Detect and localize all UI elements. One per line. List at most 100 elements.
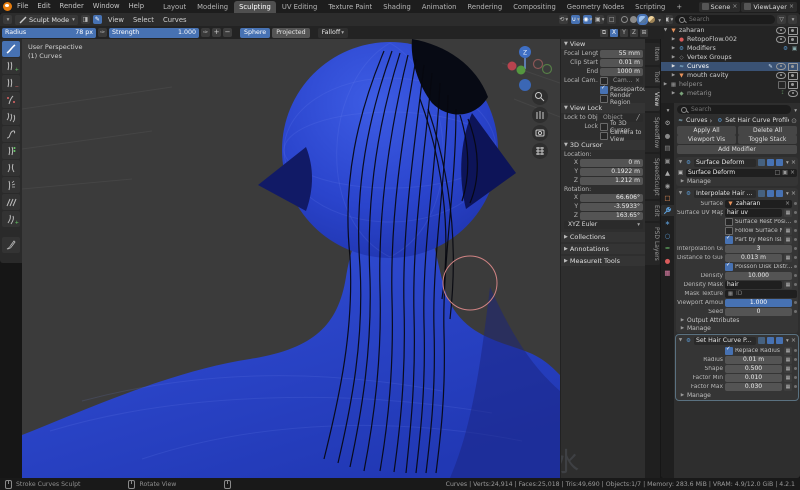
workspace-tab-modeling[interactable]: Modeling: [192, 1, 233, 13]
attribute-toggle-icon[interactable]: ▦: [784, 383, 792, 391]
pin-icon[interactable]: ⊙: [791, 117, 797, 125]
attribute-toggle-icon[interactable]: ▦: [784, 236, 792, 244]
viewport-toggle[interactable]: [767, 159, 774, 166]
close-icon[interactable]: ×: [791, 190, 796, 197]
manage-section[interactable]: ▶Manage: [676, 324, 798, 332]
tab-world[interactable]: ◉: [661, 180, 674, 191]
modifier-name[interactable]: Interpolate Hair ...: [694, 190, 756, 198]
menu-curves[interactable]: Curves: [160, 16, 190, 24]
cursor-loc-z[interactable]: 1.212 m: [580, 177, 643, 185]
camera-icon[interactable]: [788, 36, 798, 44]
overlays-icon[interactable]: ▣: [595, 15, 604, 24]
tool-snake-hook[interactable]: [2, 126, 20, 142]
viewport-amount-slider[interactable]: 1.000: [725, 299, 792, 307]
radius-pressure-icon[interactable]: ✑: [98, 28, 107, 37]
close-icon[interactable]: ×: [791, 159, 796, 166]
modifier-name[interactable]: Set Hair Curve P...: [694, 337, 756, 345]
node-group-name-field[interactable]: Surface Deform□▣×: [686, 169, 797, 177]
workspace-tab-shading[interactable]: Shading: [378, 1, 416, 13]
expand-icon[interactable]: ▶: [671, 73, 676, 78]
tab-output[interactable]: ▤: [661, 143, 674, 154]
tab-object-data[interactable]: ≈: [661, 243, 674, 254]
collapse-icon[interactable]: ▼: [678, 160, 683, 165]
add-modifier-button[interactable]: Add Modifier: [677, 145, 797, 154]
measureit-section-header[interactable]: ▶MeasureIt Tools: [561, 256, 646, 266]
mode-dropdown[interactable]: Sculpt Mode: [15, 15, 78, 25]
mask-texture-field[interactable]: ▦ID: [725, 290, 797, 298]
expand-icon[interactable]: ▶: [671, 46, 676, 51]
tab-physics[interactable]: ○: [661, 230, 674, 241]
radius-field[interactable]: 0.01 m: [725, 356, 782, 364]
workspace-tab-sculpting[interactable]: Sculpting: [234, 1, 276, 13]
annotations-section-header[interactable]: ▶Annotations: [561, 244, 646, 254]
outliner-row-zaharan[interactable]: ▼▼zaharan: [661, 26, 800, 35]
strength-pressure-icon[interactable]: ✑: [201, 28, 210, 37]
apply-all-button[interactable]: Apply All: [677, 126, 736, 135]
outliner-row-mouth-cavity[interactable]: ▶▼mouth cavity: [661, 71, 800, 80]
shading-dropdown-icon[interactable]: [657, 16, 661, 24]
tab-tool[interactable]: Tool: [645, 67, 660, 87]
cursor-loc-x[interactable]: 0 m: [580, 159, 643, 167]
unlink-icon[interactable]: ×: [790, 169, 795, 177]
extras-dropdown-icon[interactable]: [785, 190, 789, 197]
mirror-z-button[interactable]: Z: [630, 29, 638, 37]
uv-map-field[interactable]: hair uv: [725, 209, 782, 217]
render-toggle[interactable]: [776, 159, 783, 166]
attribute-toggle-icon[interactable]: ▦: [784, 347, 792, 355]
tool-density[interactable]: [2, 92, 20, 108]
tool-delete[interactable]: −: [2, 75, 20, 91]
tab-object[interactable]: □: [661, 193, 674, 204]
editor-type-icon[interactable]: [3, 15, 12, 24]
edit-mode-toggle[interactable]: [758, 159, 765, 166]
tab-render[interactable]: ●: [661, 130, 674, 141]
outliner-row-vertex-groups[interactable]: ▶◇Vertex Groups: [661, 53, 800, 62]
view-section-header[interactable]: ▼View: [561, 39, 646, 49]
tool-comb[interactable]: [2, 109, 20, 125]
blender-logo-icon[interactable]: [3, 2, 12, 11]
workspace-tab-animation[interactable]: Animation: [417, 1, 462, 13]
rendered-shading-icon[interactable]: [648, 16, 655, 23]
tool-add[interactable]: +: [2, 58, 20, 74]
part-by-mesh-islands-checkbox[interactable]: [725, 236, 733, 244]
tab-texture[interactable]: ▦: [661, 268, 674, 279]
exclude-checkbox[interactable]: [778, 81, 786, 89]
sphere-button[interactable]: Sphere: [240, 28, 270, 38]
material-preview-icon[interactable]: [639, 16, 646, 23]
attribute-toggle-icon[interactable]: ▦: [784, 281, 792, 289]
texture-browse-icon[interactable]: ▦: [727, 290, 734, 298]
attribute-toggle-icon[interactable]: ▦: [784, 209, 792, 217]
expand-icon[interactable]: ▶: [671, 55, 676, 60]
active-tool-icon[interactable]: ✎: [93, 15, 102, 24]
menu-file[interactable]: File: [13, 0, 32, 13]
tab-view-layer[interactable]: ▣: [661, 155, 674, 166]
copy-icon[interactable]: ▣: [782, 169, 788, 177]
camera-to-view-checkbox[interactable]: [600, 132, 608, 140]
render-toggle[interactable]: [776, 190, 783, 197]
cursor-rot-y[interactable]: -3.5933°: [580, 203, 643, 211]
focal-length-field[interactable]: 55 mm: [600, 50, 643, 58]
workspace-tab-rendering[interactable]: Rendering: [462, 1, 507, 13]
follow-surface-normal-checkbox[interactable]: [725, 227, 733, 235]
factor-max-field[interactable]: 0.030: [725, 383, 782, 391]
edit-mode-toggle[interactable]: [758, 190, 765, 197]
attribute-toggle-icon[interactable]: ▦: [784, 254, 792, 262]
menu-view[interactable]: View: [105, 16, 127, 24]
transform-orientation-icon[interactable]: ⟲: [559, 15, 568, 24]
viewlayer-unlink-icon[interactable]: ×: [789, 3, 794, 10]
tool-grow-shrink[interactable]: [2, 143, 20, 159]
camera-icon[interactable]: [788, 81, 798, 89]
distance-to-guides-field[interactable]: 0.013 m: [725, 254, 782, 262]
cursor-rot-z[interactable]: 163.65°: [580, 212, 643, 220]
cursor-rot-x[interactable]: 66.606°: [580, 194, 643, 202]
outliner-row-helpers[interactable]: ▶▦helpers: [661, 80, 800, 89]
toggle-stack-button[interactable]: Toggle Stack: [738, 135, 797, 144]
tab-item[interactable]: Item: [645, 43, 660, 65]
scene-selector[interactable]: Scene ×: [699, 2, 741, 12]
menu-help[interactable]: Help: [125, 0, 149, 13]
extras-dropdown-icon[interactable]: [785, 337, 789, 344]
menu-window[interactable]: Window: [89, 0, 124, 13]
mirror-x-button[interactable]: X: [610, 29, 618, 37]
outliner-row-metarig[interactable]: ▶◆metarig⟟: [661, 89, 800, 98]
extras-dropdown-icon[interactable]: [785, 159, 789, 166]
workspace-tab-uv-editing[interactable]: UV Editing: [277, 1, 322, 13]
